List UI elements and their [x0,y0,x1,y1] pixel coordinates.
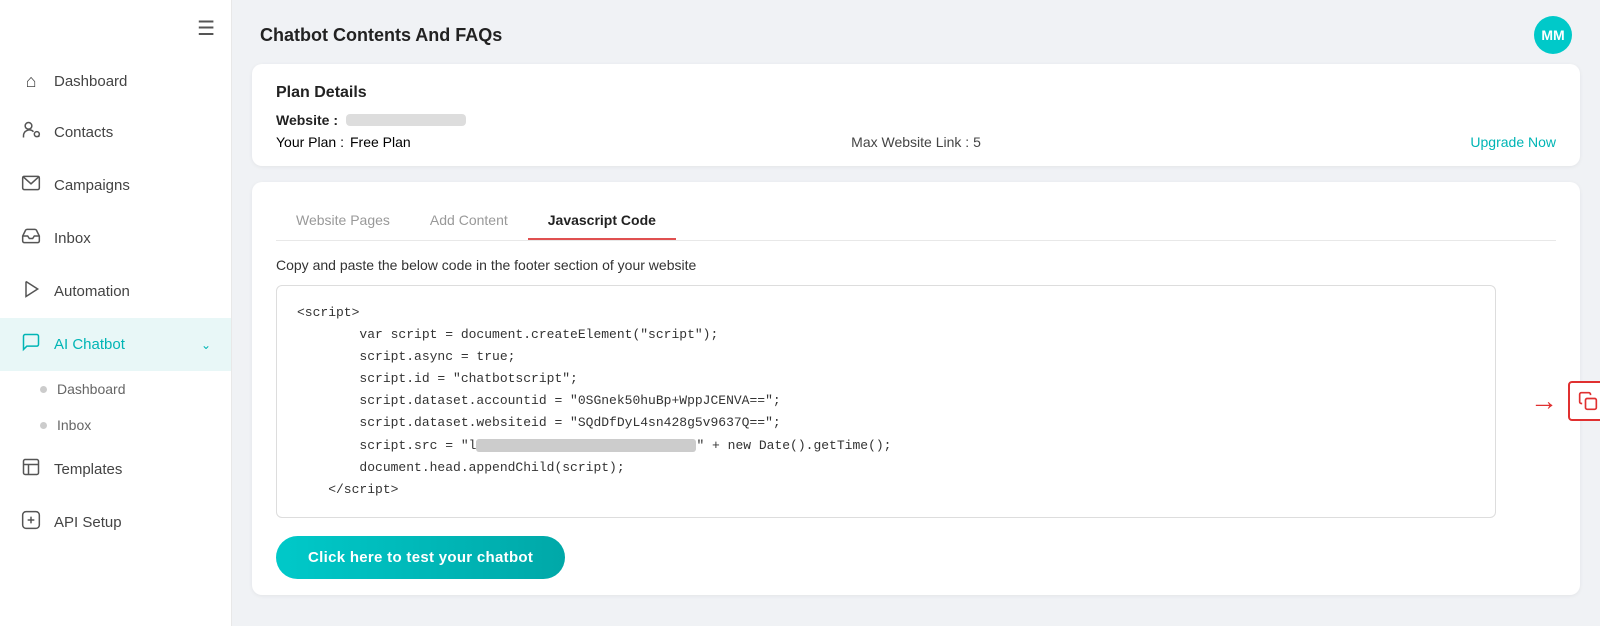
src-blurred [476,439,696,452]
ai-chatbot-icon [20,332,42,357]
contacts-icon [20,120,42,145]
max-link-label: Max Website Link : [851,134,973,150]
plan-value: Free Plan [350,134,411,150]
sidebar: ☰ ⌂ Dashboard Contacts Campaigns Inbox A… [0,0,232,626]
code-line-9: </script> [297,479,1475,501]
sidebar-label-templates: Templates [54,461,211,478]
code-line-2: var script = document.createElement("scr… [297,324,1475,346]
sub-dot-icon [40,386,47,393]
code-line-5: script.dataset.accountid = "0SGnek50huBp… [297,390,1475,412]
sidebar-label-inbox: Inbox [54,230,211,247]
plan-details-card: Plan Details Website : Your Plan : Free … [252,64,1580,166]
your-plan-section: Your Plan : Free Plan [276,134,642,150]
dashboard-icon: ⌂ [20,71,42,92]
sub-dot-icon-inbox [40,422,47,429]
sidebar-item-automation[interactable]: Automation [0,265,231,318]
sidebar-sub-chatbot-dashboard[interactable]: Dashboard [0,371,231,407]
tabs-bar: Website Pages Add Content Javascript Cod… [276,202,1556,241]
sidebar-sub-label-dashboard: Dashboard [57,381,126,397]
max-link-section: Max Website Link : 5 [642,134,1191,150]
sidebar-label-automation: Automation [54,283,211,300]
topbar: Chatbot Contents And FAQs MM [232,0,1600,64]
templates-icon [20,457,42,482]
sidebar-label-contacts: Contacts [54,124,211,141]
code-line-4: script.id = "chatbotscript"; [297,368,1475,390]
copy-button[interactable] [1568,381,1600,421]
max-link-value: 5 [973,134,981,150]
sidebar-item-dashboard[interactable]: ⌂ Dashboard [0,57,231,106]
code-block: <script> var script = document.createEle… [276,285,1496,518]
sidebar-item-templates[interactable]: Templates [0,443,231,496]
copy-arrow-icon: → [1530,385,1558,417]
sidebar-label-campaigns: Campaigns [54,177,211,194]
website-label: Website : [276,112,338,128]
ai-chatbot-chevron-icon: ⌄ [201,338,211,352]
tab-add-content[interactable]: Add Content [410,202,528,240]
sidebar-item-api-setup[interactable]: API Setup [0,496,231,549]
tab-website-pages[interactable]: Website Pages [276,202,410,240]
inbox-icon [20,226,42,251]
page-title: Chatbot Contents And FAQs [260,25,502,46]
sidebar-item-inbox[interactable]: Inbox [0,212,231,265]
test-chatbot-button[interactable]: Click here to test your chatbot [276,536,565,579]
sidebar-label-ai-chatbot: AI Chatbot [54,336,189,353]
api-setup-icon [20,510,42,535]
sidebar-item-ai-chatbot[interactable]: AI Chatbot ⌄ [0,318,231,371]
code-line-1: <script> [297,302,1475,324]
sidebar-item-contacts[interactable]: Contacts [0,106,231,159]
automation-icon [20,279,42,304]
code-line-6: script.dataset.websiteid = "SQdDfDyL4sn4… [297,412,1475,434]
sidebar-item-campaigns[interactable]: Campaigns [0,159,231,212]
code-line-3: script.async = true; [297,346,1475,368]
sidebar-sub-label-inbox: Inbox [57,417,91,433]
upgrade-now-link[interactable]: Upgrade Now [1190,134,1556,150]
hamburger-icon: ☰ [197,16,215,41]
campaigns-icon [20,173,42,198]
code-line-8: document.head.appendChild(script); [297,457,1475,479]
code-description: Copy and paste the below code in the foo… [276,257,1556,273]
sidebar-label-dashboard: Dashboard [54,73,211,90]
your-plan-label: Your Plan : [276,134,344,150]
tab-javascript-code[interactable]: Javascript Code [528,202,676,240]
main-content: Chatbot Contents And FAQs MM Plan Detail… [232,0,1600,626]
website-row: Website : [276,112,1556,128]
hamburger-button[interactable]: ☰ [0,8,231,57]
copy-icon [1578,391,1598,411]
code-line-7: script.src = "l" + new Date().getTime(); [297,435,1475,457]
sidebar-sub-chatbot-inbox[interactable]: Inbox [0,407,231,443]
website-value-blurred [346,114,466,126]
code-outer: <script> var script = document.createEle… [276,285,1556,518]
plan-details-title: Plan Details [276,84,1556,102]
copy-button-area: → [1530,381,1600,421]
sidebar-label-api-setup: API Setup [54,514,211,531]
plan-info-row: Your Plan : Free Plan Max Website Link :… [276,134,1556,150]
code-card: Website Pages Add Content Javascript Cod… [252,182,1580,595]
avatar[interactable]: MM [1534,16,1572,54]
